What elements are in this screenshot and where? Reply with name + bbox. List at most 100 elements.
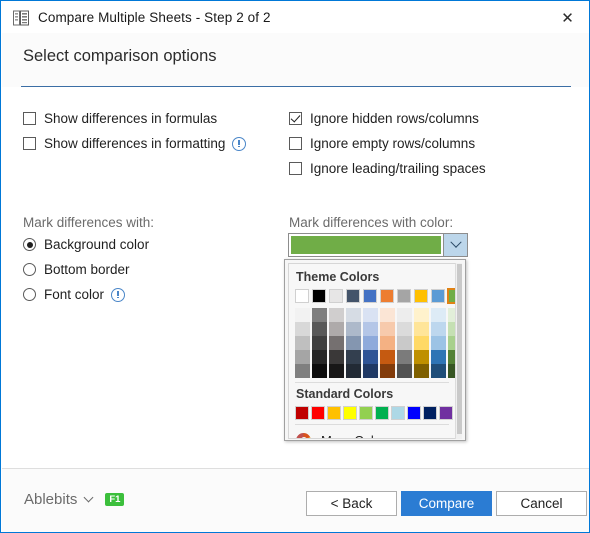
theme-tint-swatch[interactable] bbox=[329, 336, 344, 350]
checkbox-ignore-empty-rows-columns[interactable]: Ignore empty rows/columns bbox=[289, 136, 475, 151]
theme-tint-stack[interactable] bbox=[346, 308, 362, 378]
theme-tint-swatch[interactable] bbox=[329, 322, 344, 336]
theme-tint-swatch[interactable] bbox=[431, 322, 446, 336]
theme-tint-swatch[interactable] bbox=[295, 308, 310, 322]
theme-color-column[interactable] bbox=[312, 289, 329, 378]
theme-tint-swatch[interactable] bbox=[397, 364, 412, 378]
theme-tint-swatch[interactable] bbox=[380, 336, 395, 350]
theme-color-column[interactable] bbox=[431, 289, 448, 378]
dropdown-scrollbar[interactable] bbox=[455, 263, 462, 439]
theme-tint-swatch[interactable] bbox=[431, 350, 446, 364]
theme-tint-swatch[interactable] bbox=[329, 364, 344, 378]
standard-color-swatch[interactable] bbox=[311, 406, 325, 420]
info-icon[interactable] bbox=[111, 287, 126, 302]
standard-color-swatch[interactable] bbox=[439, 406, 453, 420]
theme-tint-stack[interactable] bbox=[329, 308, 345, 378]
standard-color-swatch[interactable] bbox=[327, 406, 341, 420]
standard-color-swatch[interactable] bbox=[423, 406, 437, 420]
chevron-down-icon[interactable] bbox=[83, 492, 94, 503]
more-colors-button[interactable]: More Colors... bbox=[289, 429, 455, 438]
theme-tint-swatch[interactable] bbox=[329, 308, 344, 322]
theme-tint-swatch[interactable] bbox=[414, 336, 429, 350]
theme-tint-swatch[interactable] bbox=[363, 336, 378, 350]
theme-tint-stack[interactable] bbox=[397, 308, 413, 378]
theme-tint-stack[interactable] bbox=[312, 308, 328, 378]
theme-tint-swatch[interactable] bbox=[312, 364, 327, 378]
radio-button[interactable] bbox=[23, 263, 36, 276]
standard-color-swatch[interactable] bbox=[343, 406, 357, 420]
theme-colors-grid[interactable] bbox=[289, 288, 455, 378]
theme-tint-swatch[interactable] bbox=[346, 364, 361, 378]
theme-tint-stack[interactable] bbox=[414, 308, 430, 378]
theme-tint-stack[interactable] bbox=[431, 308, 447, 378]
scrollbar-thumb[interactable] bbox=[457, 264, 462, 434]
theme-tint-swatch[interactable] bbox=[414, 350, 429, 364]
theme-color-column[interactable] bbox=[329, 289, 346, 378]
checkbox-box[interactable] bbox=[23, 112, 36, 125]
theme-color-swatch[interactable] bbox=[346, 289, 360, 303]
compare-button[interactable]: Compare bbox=[401, 491, 492, 516]
checkbox-ignore-leading-trailing-spaces[interactable]: Ignore leading/trailing spaces bbox=[289, 161, 486, 176]
theme-color-column[interactable] bbox=[363, 289, 380, 378]
theme-tint-swatch[interactable] bbox=[414, 322, 429, 336]
theme-tint-swatch[interactable] bbox=[397, 336, 412, 350]
checkbox-box[interactable] bbox=[23, 137, 36, 150]
theme-tint-swatch[interactable] bbox=[363, 350, 378, 364]
checkbox-ignore-hidden-rows-columns[interactable]: Ignore hidden rows/columns bbox=[289, 111, 479, 126]
theme-tint-swatch[interactable] bbox=[380, 350, 395, 364]
theme-tint-swatch[interactable] bbox=[295, 322, 310, 336]
theme-tint-swatch[interactable] bbox=[380, 308, 395, 322]
theme-tint-swatch[interactable] bbox=[346, 350, 361, 364]
standard-colors-grid[interactable] bbox=[289, 406, 455, 420]
theme-tint-swatch[interactable] bbox=[329, 350, 344, 364]
theme-color-column[interactable] bbox=[397, 289, 414, 378]
color-picker-combobox[interactable] bbox=[288, 233, 468, 257]
theme-tint-stack[interactable] bbox=[295, 308, 311, 378]
help-badge[interactable]: F1 bbox=[105, 492, 125, 507]
theme-tint-swatch[interactable] bbox=[312, 336, 327, 350]
theme-color-swatch[interactable] bbox=[414, 289, 428, 303]
theme-color-swatch[interactable] bbox=[312, 289, 326, 303]
theme-color-column[interactable] bbox=[346, 289, 363, 378]
standard-color-swatch[interactable] bbox=[295, 406, 309, 420]
theme-tint-swatch[interactable] bbox=[431, 308, 446, 322]
theme-tint-swatch[interactable] bbox=[414, 308, 429, 322]
theme-tint-swatch[interactable] bbox=[380, 322, 395, 336]
selected-color-swatch[interactable] bbox=[291, 236, 441, 254]
ablebits-menu[interactable]: Ablebits F1 bbox=[24, 491, 125, 508]
checkbox-box[interactable] bbox=[289, 162, 302, 175]
back-button[interactable]: < Back bbox=[306, 491, 397, 516]
theme-color-swatch[interactable] bbox=[431, 289, 445, 303]
color-dropdown-panel[interactable]: Theme Colors Standard Colors More Colors… bbox=[284, 259, 466, 441]
standard-color-swatch[interactable] bbox=[359, 406, 373, 420]
theme-color-swatch[interactable] bbox=[295, 289, 309, 303]
theme-tint-swatch[interactable] bbox=[295, 336, 310, 350]
theme-tint-swatch[interactable] bbox=[414, 364, 429, 378]
theme-tint-stack[interactable] bbox=[380, 308, 396, 378]
theme-tint-swatch[interactable] bbox=[346, 336, 361, 350]
checkbox-show-differences-in-formulas[interactable]: Show differences in formulas bbox=[23, 111, 217, 126]
theme-tint-swatch[interactable] bbox=[312, 322, 327, 336]
theme-tint-swatch[interactable] bbox=[431, 336, 446, 350]
checkbox-show-differences-in-formatting[interactable]: Show differences in formatting bbox=[23, 136, 247, 151]
theme-color-swatch[interactable] bbox=[397, 289, 411, 303]
standard-color-swatch[interactable] bbox=[375, 406, 389, 420]
standard-color-swatch[interactable] bbox=[391, 406, 405, 420]
checkbox-box[interactable] bbox=[289, 112, 302, 125]
theme-color-column[interactable] bbox=[295, 289, 312, 378]
theme-tint-swatch[interactable] bbox=[431, 364, 446, 378]
radio-bottom-border[interactable]: Bottom border bbox=[23, 262, 130, 277]
info-icon[interactable] bbox=[232, 136, 247, 151]
theme-tint-stack[interactable] bbox=[363, 308, 379, 378]
theme-color-swatch[interactable] bbox=[329, 289, 343, 303]
radio-button[interactable] bbox=[23, 288, 36, 301]
theme-tint-swatch[interactable] bbox=[397, 322, 412, 336]
radio-font-color[interactable]: Font color bbox=[23, 287, 126, 302]
theme-color-column[interactable] bbox=[414, 289, 431, 378]
standard-color-swatch[interactable] bbox=[407, 406, 421, 420]
theme-tint-swatch[interactable] bbox=[346, 322, 361, 336]
theme-color-column[interactable] bbox=[380, 289, 397, 378]
theme-tint-swatch[interactable] bbox=[363, 364, 378, 378]
close-icon[interactable]: ✕ bbox=[545, 2, 589, 33]
theme-tint-swatch[interactable] bbox=[380, 364, 395, 378]
